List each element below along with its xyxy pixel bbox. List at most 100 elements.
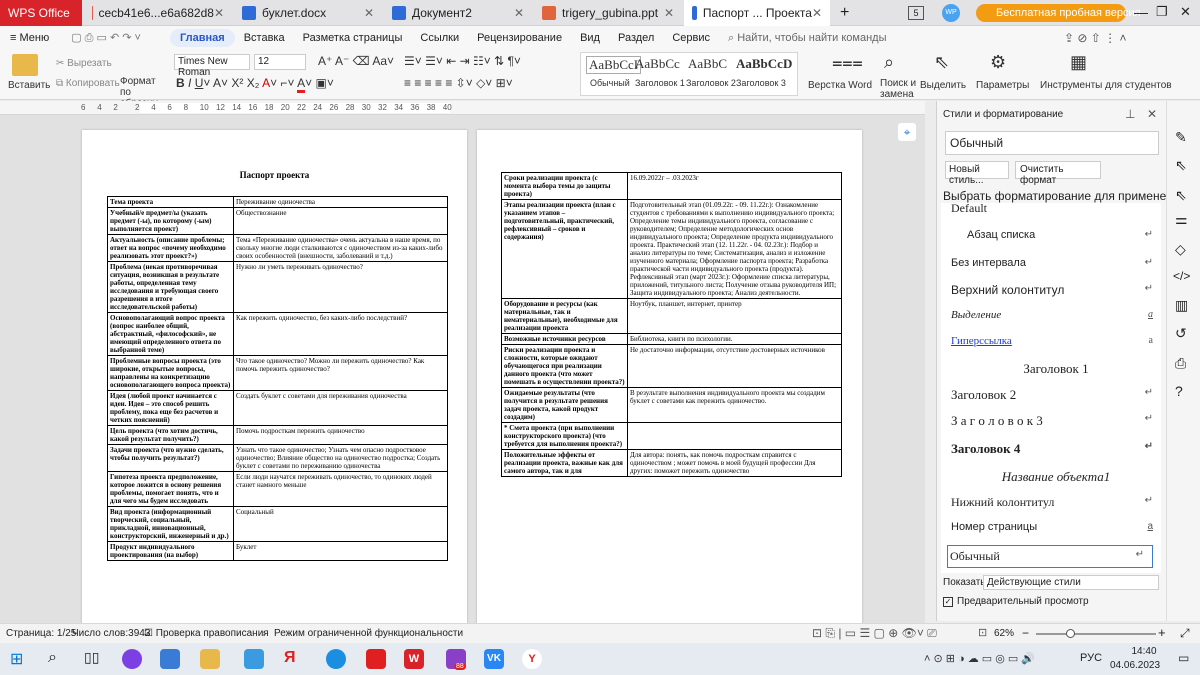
menu-button[interactable]: ≡ Меню (0, 32, 58, 44)
tab-pdf[interactable]: cecb41e6...e6a682d8 ✕ (84, 0, 232, 26)
tab-page-layout[interactable]: Разметка страницы (294, 32, 412, 44)
row-value-cell[interactable] (627, 422, 842, 450)
row-value-cell[interactable]: Переживание одиночества (233, 196, 448, 208)
style-item-heading1[interactable]: Заголовок 1 (951, 361, 1161, 377)
cut-button[interactable]: ✂ Вырезать (56, 58, 112, 69)
row-label-cell[interactable]: Идея (любой проект начинается с идеи. Ид… (107, 390, 234, 426)
row-value-cell[interactable]: Узнать что такое одиночество; Узнать чем… (233, 444, 448, 472)
page-count[interactable]: Страница: 1/25 (6, 628, 76, 639)
style-item-heading4[interactable]: Заголовок 4 ↵ (951, 441, 1161, 457)
row-value-cell[interactable]: Ноутбук, планшет, интернет, принтер (627, 298, 842, 334)
style-normal-preview[interactable]: AaBbCcI (586, 56, 642, 74)
font-grow-icons[interactable]: A⁺ A⁻ ⌫ Aa˅ (318, 54, 394, 68)
row-value-cell[interactable]: Создать буклет с советами для переживани… (233, 390, 448, 426)
document-canvas[interactable]: Паспорт проекта Тема проекта Переживание … (0, 115, 925, 623)
style-h1-preview[interactable]: AaBbCc (635, 56, 680, 72)
search-icon[interactable]: ⌕ (48, 649, 68, 669)
row-label-cell[interactable]: Риски реализации проекта и сложности, ко… (501, 344, 628, 388)
print-icon[interactable]: ⎙ (1175, 355, 1186, 372)
student-tools-button[interactable]: Инструменты для студентов (1040, 80, 1172, 91)
paste-button[interactable]: Вставить (8, 80, 50, 91)
row-value-cell[interactable]: В результате выполнения индивидуального … (627, 387, 842, 423)
row-label-cell[interactable]: Тема проекта (107, 196, 234, 208)
word-count[interactable]: Число слов:3943 (72, 628, 150, 639)
zoom-level[interactable]: 62% (994, 628, 1014, 639)
maximize-icon[interactable]: ❐ (1156, 4, 1168, 20)
trial-button[interactable]: Бесплатная пробная версия (976, 4, 1141, 22)
clock-date[interactable]: 04.06.2023 (1110, 660, 1160, 671)
row-label-cell[interactable]: Продукт индивидуального проектирования (… (107, 541, 234, 561)
row-label-cell[interactable]: Этапы реализации проекта (план с указани… (501, 199, 628, 299)
view-icons[interactable]: ⊡ ⎘ | ▭ ☰ ▢ ⊕ 👁˅ ⎚ (812, 626, 937, 641)
row-label-cell[interactable]: Задачи проекта (что нужно сделать, чтобы… (107, 444, 234, 472)
zoom-in-icon[interactable]: + (1158, 625, 1166, 640)
close-window-icon[interactable]: ✕ (1180, 4, 1191, 20)
mail-icon[interactable] (244, 649, 264, 669)
tab-section[interactable]: Раздел (609, 32, 663, 44)
video-icon[interactable] (160, 649, 180, 669)
help-icon[interactable]: ? (1175, 383, 1183, 399)
style-item-heading3[interactable]: З а г о л о в о к 3 ↵ (951, 413, 1161, 429)
limited-mode[interactable]: Режим ограниченной функциональности (274, 628, 463, 639)
file-icons[interactable]: ▢ ⎙ ▭ ↶ ↷ ˅ (62, 31, 150, 45)
row-label-cell[interactable]: Проблемные вопросы проекта (это широкие,… (107, 355, 234, 391)
row-label-cell[interactable]: Вид проекта (информационный творческий, … (107, 506, 234, 542)
tab-count-badge[interactable]: 5 (908, 6, 924, 20)
page-2[interactable]: Сроки реализации проекта (с момента выбо… (477, 130, 862, 623)
style-item-no-spacing[interactable]: Без интервала ↵ (951, 257, 1161, 269)
row-label-cell[interactable]: Цель проекта (что хотим достичь, какой р… (107, 425, 234, 445)
zoom-out-icon[interactable]: − (1022, 626, 1029, 640)
sliders-icon[interactable]: ⚌ (1175, 211, 1188, 228)
location-pin-icon[interactable]: ⌖ (898, 123, 916, 141)
row-value-cell[interactable]: Нужно ли уметь переживать одиночество? (233, 261, 448, 313)
row-value-cell[interactable]: Для автора: понять, как помочь подростка… (627, 449, 842, 477)
shapes-icon[interactable]: ◇ (1175, 241, 1186, 258)
row-value-cell[interactable]: Тема «Переживание одиночества» очень акт… (233, 234, 448, 262)
style-item-heading2[interactable]: Заголовок 2 ↵ (951, 387, 1161, 403)
app-icon[interactable] (122, 649, 142, 669)
new-style-button[interactable]: Новый стиль... (945, 161, 1009, 186)
close-icon[interactable]: ✕ (214, 6, 224, 20)
style-item-footer[interactable]: Нижний колонтитул ↵ (951, 495, 1161, 510)
style-h3-preview[interactable]: AaBbCcD (736, 56, 792, 72)
row-label-cell[interactable]: Гипотеза проекта предположение, которое … (107, 471, 234, 507)
tab-insert[interactable]: Вставка (235, 32, 294, 44)
tab-ppt[interactable]: trigery_gubina.ppt ✕ (534, 0, 682, 26)
close-icon[interactable]: ✕ (812, 6, 822, 20)
wps-icon[interactable]: W (404, 649, 424, 669)
tab-passport[interactable]: Паспорт ... Проекта ✕ (684, 0, 830, 26)
minimize-icon[interactable]: — (1134, 4, 1148, 20)
new-tab-button[interactable]: + (832, 0, 852, 26)
edit-icon[interactable]: ✎ (1175, 129, 1187, 146)
tab-references[interactable]: Ссылки (411, 32, 468, 44)
row-label-cell[interactable]: Актуальность (описание проблемы; ответ н… (107, 234, 234, 262)
font-size-select[interactable]: 12 (254, 54, 306, 70)
code-icon[interactable]: </> (1173, 269, 1190, 283)
params-button[interactable]: Параметры (976, 80, 1029, 91)
row-label-cell[interactable]: Учебный/е предмет/ы (указать предмет (-ы… (107, 207, 234, 235)
style-item-header[interactable]: Верхний колонтитул ↵ (951, 283, 1161, 297)
command-search[interactable]: ⌕ Найти, чтобы найти команды (719, 32, 895, 45)
tab-home[interactable]: Главная (169, 29, 235, 47)
copy-button[interactable]: ⧉ Копировать (56, 78, 120, 89)
yandex-browser-icon[interactable]: Y (522, 649, 542, 669)
row-value-cell[interactable]: 16.09.2022г – .03.2023г (627, 172, 842, 200)
align-icons[interactable]: ≡ ≡ ≡ ≡ ≡ ⇳˅ ◇˅ ⊞˅ (404, 76, 513, 90)
pointer-icon[interactable]: ⇖ (1175, 187, 1187, 204)
style-item-list-paragraph[interactable]: Абзац списка ↵ (951, 229, 1161, 241)
vk-icon[interactable]: VK (484, 649, 504, 669)
tab-review[interactable]: Рецензирование (468, 32, 571, 44)
style-item-emphasis[interactable]: Выделение a (951, 309, 1161, 321)
row-label-cell[interactable]: Проблема (некая противоречивая ситуация,… (107, 261, 234, 313)
row-value-cell[interactable]: Библиотека, книги по психологии. (627, 333, 842, 345)
style-item-hyperlink[interactable]: Гиперссылка a (951, 335, 1161, 347)
current-style-box[interactable]: Обычный (945, 131, 1159, 155)
close-icon[interactable]: ✕ (364, 6, 374, 20)
find-replace-button[interactable]: Поиск и замена (880, 78, 920, 100)
yandex-icon[interactable]: Я (284, 649, 304, 669)
quick-icons[interactable]: ⇪ ⊘ ⇧ ⋮ ˄ (1064, 31, 1127, 45)
row-label-cell[interactable]: Основополагающий вопрос проекта (вопрос … (107, 312, 234, 356)
clear-format-button[interactable]: Очистить формат (1015, 161, 1101, 186)
row-label-cell[interactable]: Сроки реализации проекта (с момента выбо… (501, 172, 628, 200)
language[interactable]: РУС (1080, 652, 1102, 664)
